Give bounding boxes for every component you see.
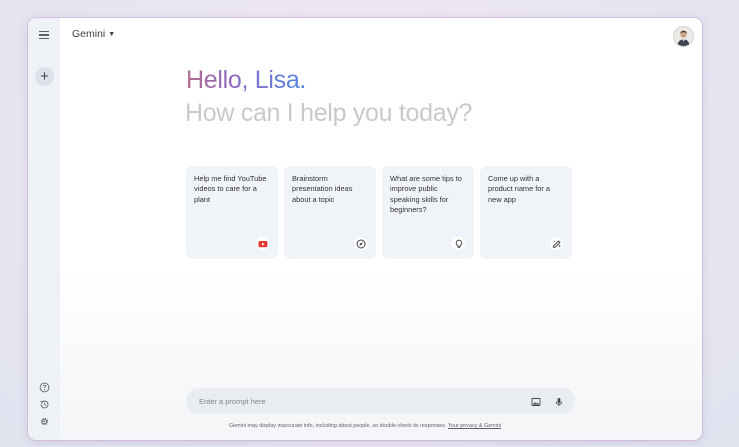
prompt-input[interactable] <box>199 391 499 411</box>
microphone-icon[interactable] <box>553 395 565 407</box>
pen-sparkle-icon <box>550 237 563 250</box>
user-avatar[interactable] <box>673 26 694 47</box>
suggestion-card-product-name[interactable]: Come up with a product name for a new ap… <box>480 166 572 259</box>
disclaimer: Gemini may display inaccurate info, incl… <box>28 423 702 429</box>
model-selector[interactable]: Gemini ▼ <box>72 28 115 40</box>
suggestion-card-text: Brainstorm presentation ideas about a to… <box>292 174 353 204</box>
suggestion-card-text: Come up with a product name for a new ap… <box>488 174 551 204</box>
greeting-heading: Hello, Lisa. <box>186 66 307 94</box>
help-icon[interactable] <box>39 380 50 393</box>
suggestion-card-brainstorm[interactable]: Brainstorm presentation ideas about a to… <box>284 166 376 259</box>
background-fade <box>60 268 702 440</box>
gemini-window: + Gemini ▼ Hello, Lisa. How can I help y… <box>28 18 702 440</box>
activity-history-icon[interactable] <box>39 397 50 409</box>
sidebar: + <box>28 18 60 440</box>
suggestion-card-speaking-tips[interactable]: What are some tips to improve public spe… <box>382 166 474 259</box>
suggestion-card-youtube[interactable]: Help me find YouTube videos to care for … <box>186 166 278 259</box>
suggestion-card-text: What are some tips to improve public spe… <box>390 174 462 215</box>
greeting-subtitle: How can I help you today? <box>185 99 473 127</box>
disclaimer-text: Gemini may display inaccurate info, incl… <box>228 423 447 429</box>
menu-icon[interactable] <box>39 31 49 39</box>
compass-icon <box>354 237 367 250</box>
image-upload-icon[interactable] <box>530 395 542 407</box>
app-title: Gemini <box>72 28 106 40</box>
caret-down-icon: ▼ <box>108 31 116 38</box>
new-chat-button[interactable]: + <box>35 67 54 86</box>
privacy-link[interactable]: Your privacy & Gemini <box>448 423 501 429</box>
prompt-bar <box>186 388 575 414</box>
youtube-icon <box>256 237 269 250</box>
suggestion-cards: Help me find YouTube videos to care for … <box>186 166 572 259</box>
suggestion-card-text: Help me find YouTube videos to care for … <box>194 174 267 204</box>
lightbulb-icon <box>452 237 465 250</box>
